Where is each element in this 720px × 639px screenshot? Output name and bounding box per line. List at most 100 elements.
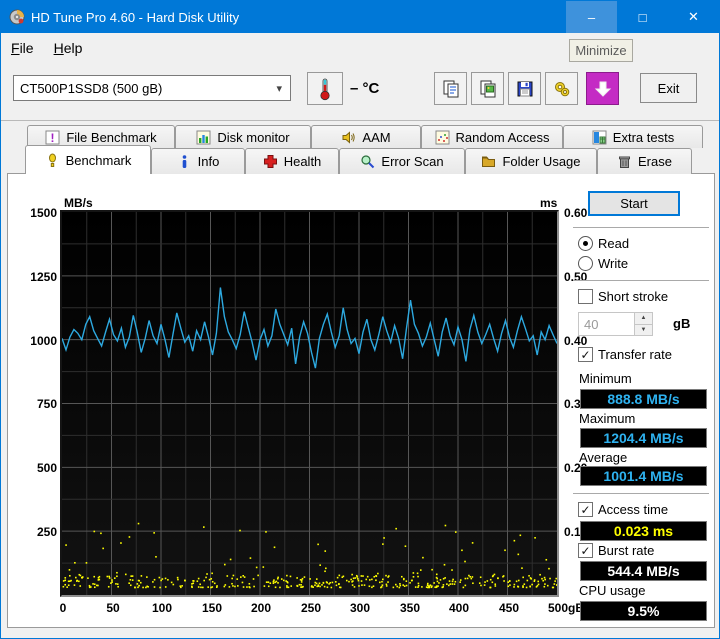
average-value: 1001.4 MB/s <box>580 466 707 486</box>
separator <box>573 493 709 495</box>
y-tick: 1500 <box>30 206 57 220</box>
magnifier-icon <box>361 155 375 169</box>
short-stroke-checkbox[interactable]: Short stroke <box>578 289 668 304</box>
temperature-button[interactable] <box>307 72 343 105</box>
tab-label: File Benchmark <box>66 129 157 145</box>
tab-erase[interactable]: Erase <box>597 148 692 174</box>
capacity-input[interactable] <box>579 313 634 335</box>
access-time-label: Access time <box>598 502 669 517</box>
separator <box>573 227 709 229</box>
access-time-value: 0.023 ms <box>580 521 707 541</box>
tab-row-primary: Benchmark Info Health Error Scan Folder … <box>25 145 692 174</box>
read-radio[interactable]: Read <box>578 236 629 251</box>
x-tick: 300 <box>349 601 371 615</box>
thermometer-icon <box>320 78 330 100</box>
window-title: HD Tune Pro 4.60 - Hard Disk Utility <box>31 9 240 25</box>
tab-error-scan[interactable]: Error Scan <box>339 148 465 174</box>
tab-health[interactable]: Health <box>245 148 339 174</box>
copy-text-button[interactable] <box>434 72 467 105</box>
tab-label: Random Access <box>455 129 550 145</box>
tab-info[interactable]: Info <box>151 148 245 174</box>
tab-label: Extra tests <box>612 129 675 145</box>
average-label: Average <box>579 450 628 465</box>
transfer-rate-label: Transfer rate <box>598 347 672 362</box>
bar-chart-icon <box>196 130 211 144</box>
info-icon <box>182 155 186 168</box>
checkbox-icon: ✓ <box>578 347 593 362</box>
down-arrow-icon <box>594 81 611 97</box>
exit-button[interactable]: Exit <box>640 73 697 103</box>
tab-extra-tests[interactable]: Extra tests <box>563 125 703 148</box>
checkbox-icon: ✓ <box>578 543 593 558</box>
tab-aam[interactable]: AAM <box>311 125 421 148</box>
speaker-icon <box>342 130 356 144</box>
benchmark-icon <box>48 153 56 167</box>
save-icon <box>517 81 532 96</box>
y-tick: 1250 <box>30 270 57 284</box>
minimize-to-tray-button[interactable] <box>586 72 619 105</box>
tab-benchmark[interactable]: Benchmark <box>25 145 151 174</box>
minimize-button[interactable]: – <box>566 1 617 33</box>
benchmark-plot-svg <box>61 212 559 595</box>
tab-label: Benchmark <box>65 152 132 168</box>
x-tick: 450 <box>498 601 520 615</box>
x-tick: 400 <box>448 601 470 615</box>
y-tick: 1000 <box>30 334 57 348</box>
access-time-checkbox[interactable]: ✓ Access time <box>578 502 668 517</box>
spin-down-icon[interactable]: ▼ <box>635 324 652 335</box>
spinner-arrows: ▲ ▼ <box>634 313 652 335</box>
close-button[interactable]: ✕ <box>668 1 719 33</box>
tab-label: AAM <box>362 129 391 145</box>
spin-up-icon[interactable]: ▲ <box>635 313 652 325</box>
copy-text-icon <box>443 80 458 97</box>
separator <box>573 280 709 282</box>
y-tick: 500 <box>36 461 57 475</box>
y-tick: 250 <box>36 525 57 539</box>
burst-rate-value: 544.4 MB/s <box>580 561 707 581</box>
maximize-button[interactable]: □ <box>617 1 668 33</box>
right-axis-unit: ms <box>540 196 558 210</box>
checkbox-icon <box>578 289 593 304</box>
options-button[interactable] <box>545 72 578 105</box>
write-radio-label: Write <box>598 256 629 271</box>
tab-disk-monitor[interactable]: Disk monitor <box>175 125 311 148</box>
x-tick: 350 <box>399 601 421 615</box>
read-radio-label: Read <box>598 236 630 251</box>
tab-label: Disk monitor <box>217 129 290 145</box>
x-tick: 50 <box>106 601 120 615</box>
drive-select-value: CT500P1SSD8 (500 gB) <box>20 80 163 96</box>
tab-random-access[interactable]: Random Access <box>421 125 563 148</box>
trash-icon <box>619 156 631 168</box>
start-button[interactable]: Start <box>588 191 680 216</box>
capacity-unit: gB <box>673 316 691 331</box>
write-radio[interactable]: Write <box>578 256 628 271</box>
y-tick: 750 <box>36 397 57 411</box>
drive-select[interactable]: CT500P1SSD8 (500 gB) ▾ <box>13 75 291 101</box>
copy-image-icon <box>480 80 495 97</box>
transfer-rate-checkbox[interactable]: ✓ Transfer rate <box>578 347 672 362</box>
short-stroke-label: Short stroke <box>598 289 669 304</box>
maximum-value: 1204.4 MB/s <box>580 428 707 448</box>
tab-label: Erase <box>638 154 672 169</box>
health-cross-icon <box>263 155 277 168</box>
save-button[interactable] <box>508 72 541 105</box>
burst-rate-checkbox[interactable]: ✓ Burst rate <box>578 543 654 558</box>
window-controls: – □ ✕ <box>566 1 719 33</box>
copy-image-button[interactable] <box>471 72 504 105</box>
radio-icon <box>578 236 593 251</box>
tab-folder-usage[interactable]: Folder Usage <box>465 148 597 174</box>
app-icon <box>9 9 25 25</box>
scatter-dots-icon <box>435 130 450 144</box>
menu-file[interactable]: File <box>1 36 44 60</box>
cpu-usage-label: CPU usage <box>579 583 646 598</box>
tab-label: Info <box>197 154 220 169</box>
menu-help[interactable]: Help <box>44 36 93 60</box>
x-tick: 0 <box>59 601 67 615</box>
tab-label: Health <box>283 154 322 169</box>
x-tick: 100 <box>151 601 173 615</box>
x-tick: 150 <box>201 601 223 615</box>
benchmark-plot <box>60 210 559 597</box>
capacity-spinner[interactable]: ▲ ▼ <box>578 312 653 336</box>
svg-text:!: ! <box>51 131 55 145</box>
chevron-down-icon: ▾ <box>276 82 282 95</box>
